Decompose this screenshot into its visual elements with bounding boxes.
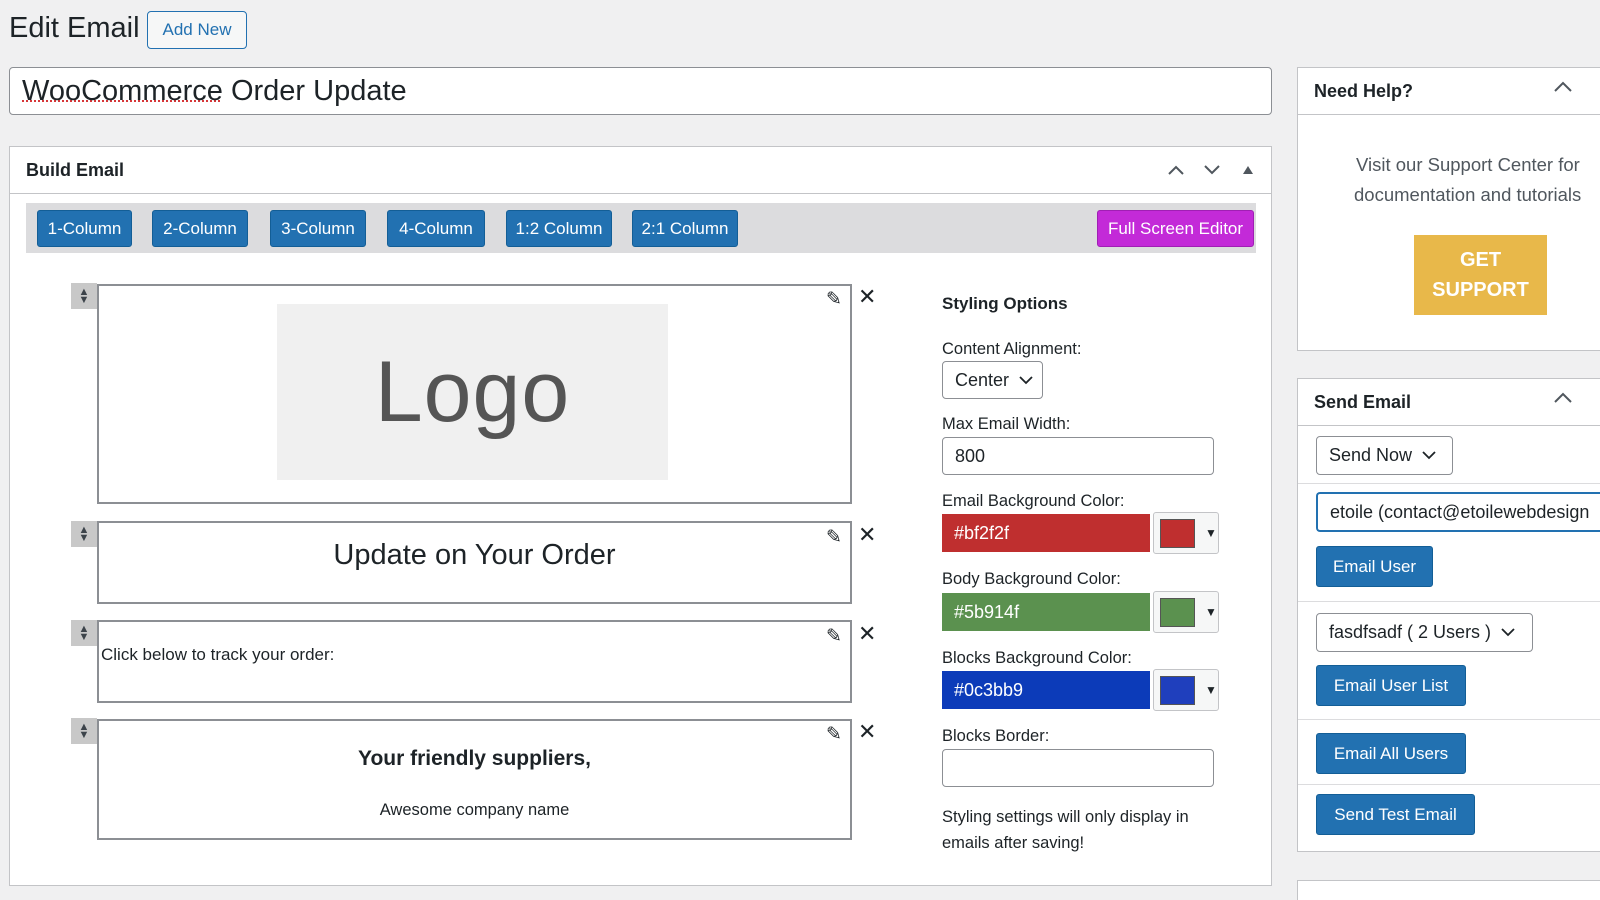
body-bg-picker[interactable]: ▼ bbox=[1153, 591, 1219, 633]
alignment-select[interactable]: Center bbox=[942, 361, 1043, 399]
send-timing-select[interactable]: Send Now bbox=[1316, 436, 1453, 475]
heading-block[interactable]: Update on Your Order bbox=[97, 521, 852, 604]
chevron-up-icon bbox=[1554, 392, 1572, 403]
one-column-button[interactable]: 1-Column bbox=[37, 210, 132, 247]
dropdown-triangle-icon: ▼ bbox=[1205, 526, 1217, 540]
dropdown-triangle-icon: ▼ bbox=[1205, 683, 1217, 697]
styling-note: Styling settings will only display in em… bbox=[942, 808, 1189, 852]
title-prefix: WooCommerce bbox=[22, 74, 223, 107]
chevron-down-icon bbox=[1501, 628, 1515, 637]
blocks-bg-swatch bbox=[1160, 675, 1195, 705]
send-test-email-button[interactable]: Send Test Email bbox=[1316, 794, 1475, 835]
edit-pencil-icon[interactable]: ✎ bbox=[823, 625, 845, 647]
user-list-value: fasdfsadf ( 2 Users ) bbox=[1329, 622, 1492, 642]
blocks-border-label: Blocks Border: bbox=[942, 727, 1050, 745]
edit-pencil-icon[interactable]: ✎ bbox=[823, 288, 845, 310]
send-email-header: Send Email bbox=[1298, 379, 1600, 426]
delete-block-icon[interactable]: ✕ bbox=[858, 621, 876, 647]
one-two-column-button[interactable]: 1:2 Column bbox=[506, 210, 612, 247]
two-one-column-button[interactable]: 2:1 Column bbox=[632, 210, 738, 247]
email-title-input[interactable]: WooCommerce Order Update bbox=[9, 67, 1272, 115]
divider bbox=[1298, 601, 1600, 602]
drag-handle-icon[interactable]: ▲ ▼ bbox=[71, 620, 97, 646]
logo-placeholder: Logo bbox=[277, 304, 668, 480]
chevron-down-icon bbox=[1019, 375, 1033, 384]
four-column-button[interactable]: 4-Column bbox=[387, 210, 485, 247]
email-bg-label: Email Background Color: bbox=[942, 492, 1125, 510]
title-rest: Order Update bbox=[222, 74, 407, 107]
help-text-line2: documentation and tutorials bbox=[1354, 184, 1582, 205]
build-email-title: Build Email bbox=[26, 159, 125, 180]
max-width-input[interactable]: 800 bbox=[942, 437, 1214, 475]
drag-handle-icon[interactable]: ▲ ▼ bbox=[71, 521, 97, 547]
delete-block-icon[interactable]: ✕ bbox=[858, 522, 876, 548]
email-user-list-button[interactable]: Email User List bbox=[1316, 665, 1466, 706]
blocks-bg-picker[interactable]: ▼ bbox=[1153, 669, 1219, 711]
need-help-panel: Need Help? Visit our Support Center for … bbox=[1297, 67, 1600, 351]
logo-block[interactable]: Logo bbox=[97, 284, 852, 504]
chevron-down-icon bbox=[1422, 451, 1436, 460]
body-bg-swatch bbox=[1160, 597, 1195, 627]
divider bbox=[1298, 784, 1600, 785]
email-all-users-button[interactable]: Email All Users bbox=[1316, 733, 1466, 774]
text-block[interactable]: Click below to track your order: bbox=[97, 620, 852, 703]
drag-handle-icon[interactable]: ▲ ▼ bbox=[71, 718, 97, 744]
drag-handle-icon[interactable]: ▲ ▼ bbox=[71, 283, 97, 309]
column-toolbar: 1-Column 2-Column 3-Column 4-Column 1:2 … bbox=[26, 203, 1256, 253]
add-new-button[interactable]: Add New bbox=[147, 11, 247, 49]
send-email-panel: Send Email Send Now etoile (contact@etoi… bbox=[1297, 378, 1600, 852]
signoff-text: Your friendly suppliers, bbox=[358, 747, 591, 770]
email-bg-picker[interactable]: ▼ bbox=[1153, 512, 1219, 554]
collapse-toggle-icon[interactable] bbox=[1237, 159, 1259, 181]
full-screen-editor-button[interactable]: Full Screen Editor bbox=[1097, 210, 1254, 247]
alignment-label: Content Alignment: bbox=[942, 340, 1082, 358]
send-email-title: Send Email bbox=[1314, 391, 1412, 412]
help-text-line1: Visit our Support Center for bbox=[1356, 154, 1580, 175]
styling-options-title: Styling Options bbox=[942, 294, 1068, 313]
move-up-icon[interactable] bbox=[1165, 159, 1187, 181]
support-line1: GET bbox=[1459, 249, 1502, 271]
blocks-bg-input[interactable]: #0c3bb9 bbox=[942, 671, 1150, 709]
need-help-header: Need Help? bbox=[1298, 68, 1600, 115]
blocks-border-input[interactable] bbox=[942, 749, 1214, 787]
edit-pencil-icon[interactable]: ✎ bbox=[823, 723, 845, 745]
signoff-block[interactable]: Your friendly suppliers, Awesome company… bbox=[97, 719, 852, 840]
three-column-button[interactable]: 3-Column bbox=[270, 210, 366, 247]
user-list-select[interactable]: fasdfsadf ( 2 Users ) bbox=[1316, 613, 1533, 652]
send-timing-value: Send Now bbox=[1329, 445, 1413, 465]
delete-block-icon[interactable]: ✕ bbox=[858, 719, 876, 745]
email-bg-input[interactable]: #bf2f2f bbox=[942, 514, 1150, 552]
tracking-text: Click below to track your order: bbox=[101, 645, 335, 664]
divider bbox=[1298, 719, 1600, 720]
page-title: Edit Email bbox=[9, 12, 140, 44]
next-panel bbox=[1297, 880, 1600, 900]
alignment-value: Center bbox=[955, 369, 1010, 390]
heading-text: Update on Your Order bbox=[333, 539, 616, 571]
move-down-icon[interactable] bbox=[1201, 159, 1223, 181]
body-bg-label: Body Background Color: bbox=[942, 570, 1121, 588]
blocks-bg-label: Blocks Background Color: bbox=[942, 649, 1132, 667]
width-label: Max Email Width: bbox=[942, 415, 1071, 433]
edit-pencil-icon[interactable]: ✎ bbox=[823, 526, 845, 548]
delete-block-icon[interactable]: ✕ bbox=[858, 284, 876, 310]
get-support-button[interactable]: GET SUPPORT bbox=[1414, 235, 1547, 315]
two-column-button[interactable]: 2-Column bbox=[152, 210, 248, 247]
support-line2: SUPPORT bbox=[1432, 279, 1529, 301]
email-user-button[interactable]: Email User bbox=[1316, 546, 1433, 587]
need-help-title: Need Help? bbox=[1314, 80, 1414, 101]
company-name-text: Awesome company name bbox=[379, 801, 570, 819]
dropdown-triangle-icon: ▼ bbox=[1205, 605, 1217, 619]
body-bg-input[interactable]: #5b914f bbox=[942, 593, 1150, 631]
build-email-header: Build Email bbox=[10, 147, 1271, 194]
divider bbox=[1298, 483, 1600, 484]
email-bg-swatch bbox=[1160, 518, 1195, 548]
chevron-up-icon bbox=[1554, 81, 1572, 92]
user-email-input[interactable]: etoile (contact@etoilewebdesign bbox=[1316, 492, 1600, 532]
help-text: Visit our Support Center for documentati… bbox=[1354, 150, 1582, 210]
